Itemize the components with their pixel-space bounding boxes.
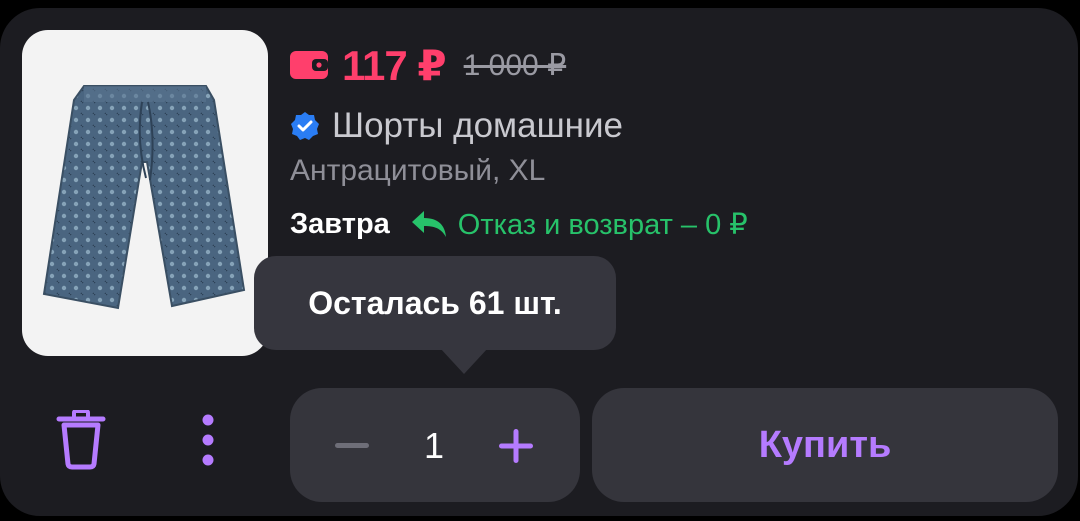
more-vertical-icon <box>202 414 214 466</box>
shorts-image <box>42 85 246 310</box>
plus-icon <box>499 429 533 463</box>
buy-button[interactable]: Купить <box>592 388 1058 502</box>
delivery-row: Завтра Отказ и возврат – 0 ₽ <box>290 204 748 244</box>
trash-icon <box>56 410 106 470</box>
price-row: 117 ₽ 1 000 ₽ <box>290 41 567 89</box>
old-price: 1 000 ₽ <box>463 48 567 82</box>
increase-quantity-button[interactable] <box>494 424 538 468</box>
cart-item-card: 117 ₽ 1 000 ₽ Шорты домашние Антрацитовы… <box>0 8 1078 516</box>
delivery-day: Завтра <box>290 207 390 240</box>
wallet-icon <box>290 51 328 79</box>
stock-tooltip: Осталась 61 шт. <box>254 256 616 374</box>
return-policy[interactable]: Отказ и возврат – 0 ₽ <box>458 207 748 242</box>
minus-icon <box>335 443 369 448</box>
buy-button-label: Купить <box>758 423 892 466</box>
verified-check-icon <box>290 111 320 141</box>
return-arrow-icon <box>410 209 448 239</box>
quantity-stepper: 1 <box>290 388 580 502</box>
quantity-value: 1 <box>423 425 445 466</box>
more-options-button[interactable] <box>186 406 230 474</box>
current-price: 117 ₽ <box>342 41 447 89</box>
decrease-quantity-button[interactable] <box>330 424 374 468</box>
product-variant: Антрацитовый, XL <box>290 154 546 187</box>
product-image[interactable] <box>22 30 268 356</box>
product-title[interactable]: Шорты домашние <box>332 106 623 146</box>
stock-tooltip-text: Осталась 61 шт. <box>308 284 562 321</box>
delete-button[interactable] <box>50 406 112 474</box>
title-row: Шорты домашние <box>290 106 623 146</box>
